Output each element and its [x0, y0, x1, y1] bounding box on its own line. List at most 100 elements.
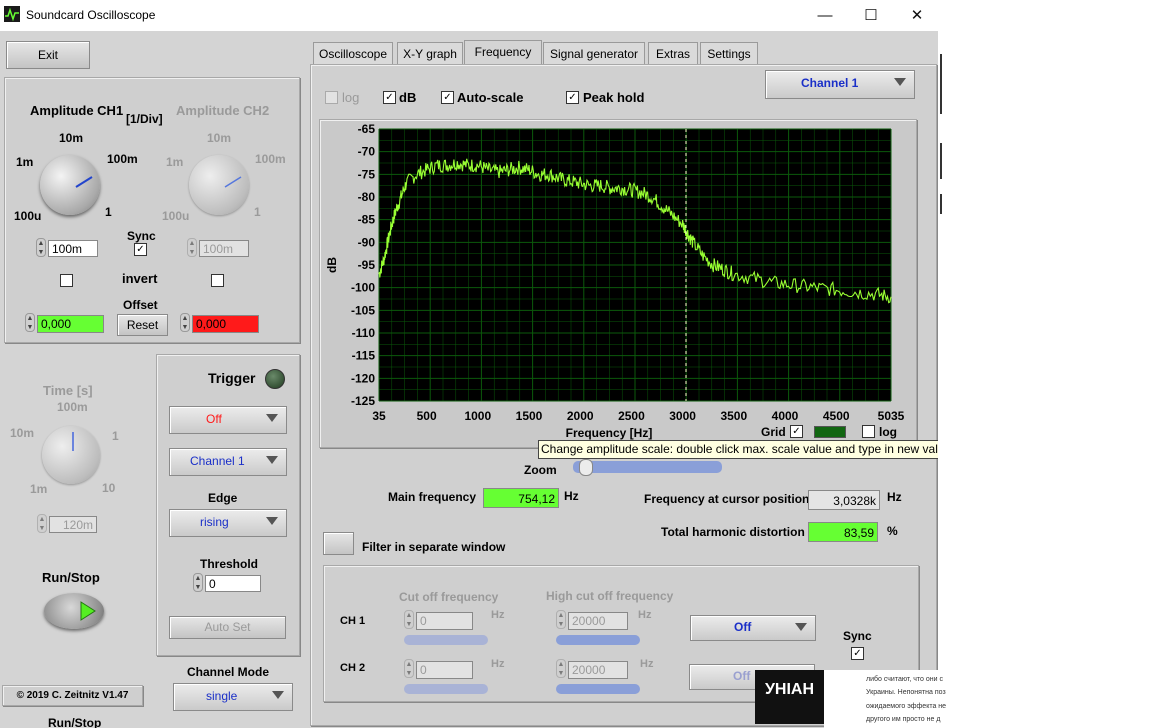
filter-ch2-label: CH 2 — [340, 662, 366, 674]
peakhold-checkbox[interactable]: ✓ — [566, 91, 579, 104]
amp-ch1-input[interactable]: 100m — [48, 240, 98, 257]
run-stop-label: Run/Stop — [42, 570, 100, 585]
zoom-label: Zoom — [524, 463, 557, 477]
amp-ch2-knob[interactable] — [189, 155, 249, 215]
offset-ch2-spinner[interactable]: ▲ ▼ — [180, 313, 190, 332]
uniam-logo: УНІАН — [755, 670, 824, 724]
amp-ch1-tick: 1 — [105, 205, 112, 219]
chevron-down-icon — [795, 623, 807, 631]
trigger-mode-value: Off — [206, 412, 222, 426]
cursor-freq-label: Frequency at cursor position — [644, 492, 810, 506]
x-axis-label: Frequency [Hz] — [566, 426, 653, 440]
amp-ch2-tick: 100m — [255, 152, 286, 166]
autoscale-checkbox[interactable]: ✓ — [441, 91, 454, 104]
amp-ch2-tick: 100u — [162, 209, 190, 223]
ch1-low-slider[interactable] — [404, 635, 488, 645]
amp-ch1-tick: 100m — [107, 152, 138, 166]
freq-channel-value: Channel 1 — [801, 76, 859, 90]
main-freq-unit: Hz — [564, 489, 579, 503]
chevron-down-icon — [894, 78, 906, 86]
filter-sync-checkbox[interactable]: ✓ — [851, 647, 864, 660]
time-spinner[interactable]: ▲ ▼ — [37, 514, 47, 533]
tab-signal-generator[interactable]: Signal generator — [543, 42, 645, 65]
zoom-slider[interactable] — [573, 459, 722, 476]
filter-window-label: Filter in separate window — [362, 540, 506, 554]
trigger-panel — [156, 354, 300, 656]
invert-ch1-checkbox[interactable] — [60, 274, 73, 287]
threshold-input[interactable]: 0 — [205, 575, 261, 592]
time-tick: 1 — [112, 429, 119, 443]
news-line: ожидаемого эффекта не — [866, 703, 947, 710]
run-stop-button[interactable] — [44, 593, 104, 629]
amp-ch1-spinner[interactable]: ▲ ▼ — [36, 238, 46, 257]
y-tick-label: -90 — [358, 235, 376, 249]
ch2-low-input[interactable]: 0 — [416, 661, 473, 679]
cutoff-label: Cut off frequency — [399, 590, 499, 604]
log-x-label: log — [879, 425, 897, 439]
x-tick-label: 5035 — [878, 409, 905, 423]
sync-checkbox[interactable]: ✓ — [134, 243, 147, 256]
invert-ch2-checkbox[interactable] — [211, 274, 224, 287]
tab-extras[interactable]: Extras — [648, 42, 698, 65]
amp-ch2-input[interactable]: 100m — [199, 240, 249, 257]
y-tick-label: -120 — [351, 371, 375, 385]
ch2-low-slider[interactable] — [404, 684, 488, 694]
maximize-button[interactable]: ☐ — [848, 0, 894, 31]
tab-settings[interactable]: Settings — [700, 42, 758, 65]
time-input[interactable]: 120m — [49, 516, 97, 533]
trigger-mode-dropdown[interactable]: Off — [169, 406, 287, 434]
ch1-high-input[interactable]: 20000 — [568, 612, 628, 630]
log-x-checkbox[interactable] — [862, 425, 875, 438]
ch1-high-slider[interactable] — [556, 635, 640, 645]
zoom-slider-handle[interactable] — [579, 459, 593, 476]
invert-label: invert — [122, 271, 158, 286]
y-tick-label: -95 — [358, 258, 376, 272]
channel-mode-dropdown[interactable]: single — [173, 683, 293, 711]
log-checkbox[interactable] — [325, 91, 338, 104]
filter-window-button[interactable] — [323, 532, 354, 555]
hz-label: Hz — [638, 609, 652, 621]
close-button[interactable]: ✕ — [894, 0, 940, 31]
offset-ch2-input[interactable]: 0,000 — [192, 315, 259, 333]
spectrum-chart[interactable]: -65 -70 -75 -80 -85 -90 -95 -100 -105 -110 -115 -12… — [319, 119, 917, 448]
ch1-low-spinner[interactable]: ▲ ▼ — [404, 610, 414, 629]
amp-ch1-knob[interactable] — [40, 155, 100, 215]
ch2-low-spinner[interactable]: ▲ ▼ — [404, 659, 414, 678]
trigger-channel-dropdown[interactable]: Channel 1 — [169, 448, 287, 476]
tab-oscilloscope[interactable]: Oscilloscope — [313, 42, 393, 65]
exit-button[interactable]: Exit — [6, 41, 90, 69]
minimize-button[interactable]: — — [802, 0, 848, 31]
app-icon — [4, 6, 20, 22]
hz-label: Hz — [640, 658, 654, 670]
offset-reset-button[interactable]: Reset — [117, 314, 168, 336]
tab-xy-graph[interactable]: X-Y graph — [397, 42, 463, 65]
grid-checkbox[interactable]: ✓ — [790, 425, 803, 438]
offset-ch1-spinner[interactable]: ▲ ▼ — [25, 313, 35, 332]
ch2-high-input[interactable]: 20000 — [568, 661, 628, 679]
autoset-button[interactable]: Auto Set — [169, 616, 286, 639]
cursor-freq-value: 3,0328k — [808, 490, 880, 510]
time-knob[interactable] — [42, 426, 100, 484]
amp-ch2-spinner[interactable]: ▲ ▼ — [187, 238, 197, 257]
edge-label: Edge — [208, 491, 238, 505]
chevron-down-icon — [266, 414, 278, 422]
ch1-filter-dropdown[interactable]: Off — [690, 615, 816, 641]
chevron-down-icon — [266, 517, 278, 525]
tab-frequency[interactable]: Frequency — [464, 40, 542, 66]
ch2-high-spinner[interactable]: ▲ ▼ — [556, 659, 566, 678]
edge-dropdown[interactable]: rising — [169, 509, 287, 537]
threshold-spinner[interactable]: ▲ ▼ — [193, 573, 203, 592]
ch2-high-slider[interactable] — [556, 684, 640, 694]
chevron-down-icon — [266, 456, 278, 464]
y-axis-label: dB — [325, 257, 339, 273]
filter-sync-label: Sync — [843, 629, 872, 643]
grid-color-swatch[interactable] — [814, 426, 846, 438]
title-bar[interactable]: Soundcard Oscilloscope — ☐ ✕ — [0, 0, 940, 31]
amp-ch1-tick: 100u — [14, 209, 42, 223]
freq-channel-dropdown[interactable]: Channel 1 — [765, 70, 915, 99]
offset-ch1-input[interactable]: 0,000 — [37, 315, 104, 333]
ch1-high-spinner[interactable]: ▲ ▼ — [556, 610, 566, 629]
ch1-low-input[interactable]: 0 — [416, 612, 473, 630]
oscilloscope-window: Soundcard Oscilloscope — ☐ ✕ Exit Amplit… — [0, 0, 940, 728]
db-checkbox[interactable]: ✓ — [383, 91, 396, 104]
